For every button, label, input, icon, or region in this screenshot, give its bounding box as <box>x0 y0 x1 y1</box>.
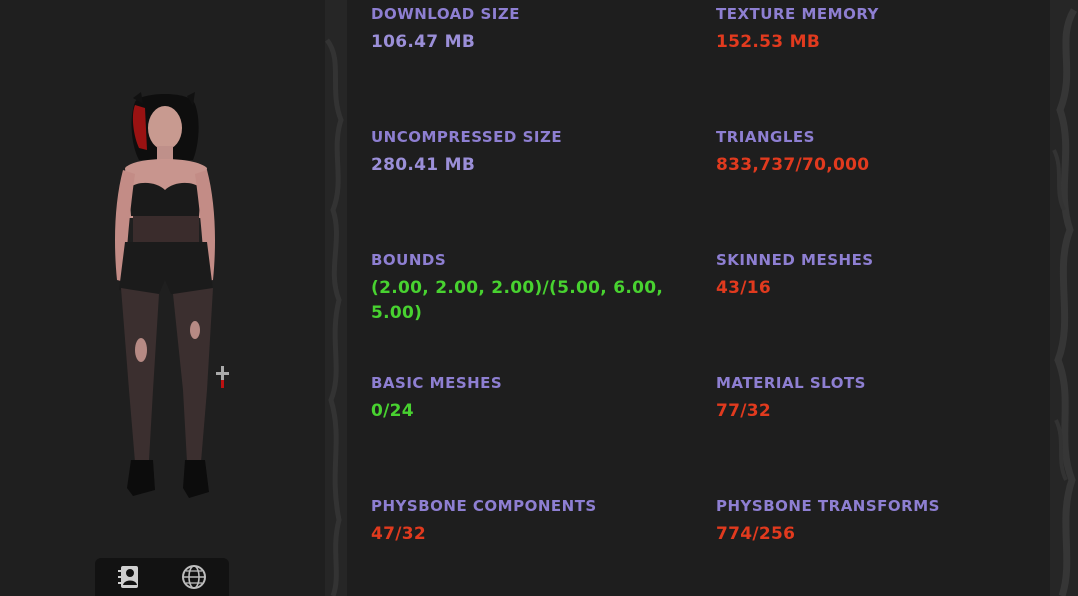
stat-label: TEXTURE MEMORY <box>716 5 879 23</box>
stat-bounds: BOUNDS (2.00, 2.00, 2.00)/(5.00, 6.00, 5… <box>371 250 671 326</box>
stat-value: 43/16 <box>716 278 772 298</box>
stat-value: 280.41 MB <box>371 155 476 175</box>
stat-value: 774/256 <box>716 524 796 544</box>
stat-uncompressed-size: UNCOMPRESSED SIZE 280.41 MB <box>371 127 681 178</box>
globe-icon <box>182 565 206 589</box>
stat-texture-memory: TEXTURE MEMORY 152.53 MB <box>716 4 1026 55</box>
stat-value: 0/24 <box>371 401 414 421</box>
stat-label: TRIANGLES <box>716 128 815 146</box>
stat-label: BASIC MESHES <box>371 374 503 392</box>
stat-download-size: DOWNLOAD SIZE 106.47 MB <box>371 4 681 55</box>
stat-value: 106.47 MB <box>371 32 476 52</box>
avatar-info-button[interactable] <box>115 562 145 592</box>
stat-value: 152.53 MB <box>716 32 821 52</box>
stat-basic-meshes: BASIC MESHES 0/24 <box>371 373 681 424</box>
stat-label: PHYSBONE COMPONENTS <box>371 497 597 515</box>
stat-skinned-meshes: SKINNED MESHES 43/16 <box>716 250 1026 301</box>
decorative-border-left <box>325 0 347 596</box>
decorative-border-right <box>1050 0 1078 596</box>
stat-label: SKINNED MESHES <box>716 251 874 269</box>
stat-physbone-components: PHYSBONE COMPONENTS 47/32 <box>371 496 681 547</box>
avatar-info-icon <box>118 566 138 588</box>
world-button[interactable] <box>179 562 209 592</box>
performance-stats-panel: DOWNLOAD SIZE 106.47 MB TEXTURE MEMORY 1… <box>347 0 1050 596</box>
stat-physbone-transforms: PHYSBONE TRANSFORMS 774/256 <box>716 496 1026 547</box>
stat-label: DOWNLOAD SIZE <box>371 5 520 23</box>
avatar-preview-panel <box>0 0 325 596</box>
avatar-toolbar <box>95 558 229 596</box>
stat-value: 47/32 <box>371 524 427 544</box>
stat-material-slots: MATERIAL SLOTS 77/32 <box>716 373 1026 424</box>
stat-triangles: TRIANGLES 833,737/70,000 <box>716 127 1026 178</box>
avatar-stats-window: DOWNLOAD SIZE 106.47 MB TEXTURE MEMORY 1… <box>0 0 1078 596</box>
stat-label: MATERIAL SLOTS <box>716 374 866 392</box>
stat-value: (2.00, 2.00, 2.00)/(5.00, 6.00, 5.00) <box>371 278 664 323</box>
stat-label: BOUNDS <box>371 251 447 269</box>
stat-label: PHYSBONE TRANSFORMS <box>716 497 940 515</box>
stat-value: 77/32 <box>716 401 772 421</box>
avatar-preview-image <box>115 92 229 498</box>
stat-value: 833,737/70,000 <box>716 155 870 175</box>
stat-label: UNCOMPRESSED SIZE <box>371 128 563 146</box>
